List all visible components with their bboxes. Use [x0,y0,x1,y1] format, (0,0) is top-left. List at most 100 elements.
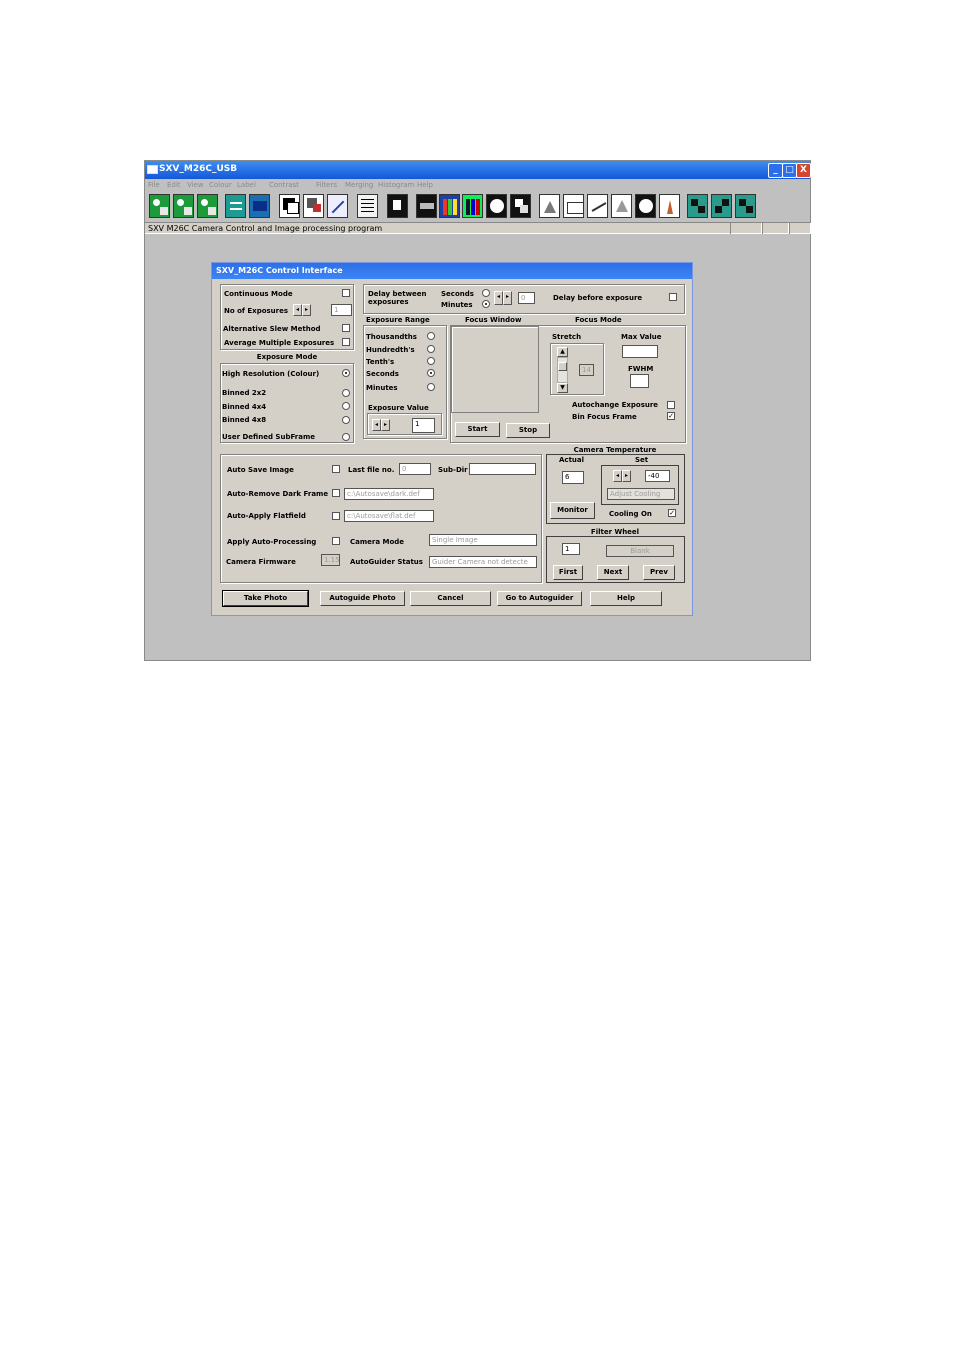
range-radio-thousandths[interactable] [427,332,435,340]
sub-dir-field[interactable] [469,463,536,475]
menu-file[interactable]: File [148,181,160,189]
max-value-field[interactable] [622,345,658,358]
menu-label[interactable]: Label [237,181,256,189]
dark-path-field[interactable]: c:\Autosave\dark.def [344,488,434,500]
exposures-decrement-button[interactable]: ◂ [293,304,302,316]
range-radio-seconds[interactable] [427,369,435,377]
stretch-scroll-thumb[interactable] [558,362,567,371]
autochange-exposure-checkbox[interactable] [667,401,675,409]
exposure-mode-radio-user-subframe[interactable] [342,433,350,441]
noise-icon[interactable] [416,194,437,218]
exposure-value-field[interactable]: 1 [412,418,435,433]
fwhm-field[interactable] [630,374,649,388]
take-photo-button[interactable]: Take Photo [222,590,309,607]
average-multiple-checkbox[interactable] [342,338,350,346]
menu-colour[interactable]: Colour [209,181,232,189]
color-bars-icon[interactable] [439,194,460,218]
histogram-icon[interactable] [539,194,560,218]
minimize-button[interactable]: _ [768,163,783,178]
go-to-autoguider-button[interactable]: Go to Autoguider [497,591,582,606]
dialog-title-bar[interactable]: SXV_M26C Control Interface [212,263,692,279]
exposure-mode-radio-binned-4x8[interactable] [342,416,350,424]
delay-minutes-radio[interactable] [482,300,490,308]
delay-increment-button[interactable]: ▸ [503,291,512,305]
auto-save-checkbox[interactable] [332,465,340,473]
menu-contrast[interactable]: Contrast [269,181,299,189]
set-temperature-field[interactable]: -40 [645,470,670,482]
resize-icon[interactable] [327,194,348,218]
stretch-value-field[interactable]: 14 [579,364,594,376]
stretch-up-button[interactable]: ▲ [557,347,568,357]
filter-first-button[interactable]: First [553,565,583,580]
tile-view-icon[interactable] [711,194,732,218]
filter-prev-button[interactable]: Prev [643,565,675,580]
camera-sequence-icon[interactable] [173,194,194,218]
app-icon[interactable] [147,165,158,174]
exposure-mode-radio-binned-4x4[interactable] [342,402,350,410]
delay-before-checkbox[interactable] [669,293,677,301]
monitor-button[interactable]: Monitor [550,502,595,519]
set-temp-decrement-button[interactable]: ◂ [613,470,622,482]
star-field-icon[interactable] [387,194,408,218]
start-button[interactable]: Start [455,422,500,437]
range-radio-tenths[interactable] [427,357,435,365]
exposure-mode-radio-binned-2x2[interactable] [342,389,350,397]
mosaic-icon[interactable] [735,194,756,218]
set-temp-increment-button[interactable]: ▸ [622,470,631,482]
crop-icon[interactable] [279,194,300,218]
delay-value-field[interactable]: 0 [518,292,535,304]
auto-remove-dark-checkbox[interactable] [332,489,340,497]
exposure-mode-title: Exposure Mode [256,353,318,361]
menu-edit[interactable]: Edit [167,181,181,189]
stretch-down-button[interactable]: ▼ [557,383,568,393]
auto-apply-flat-checkbox[interactable] [332,512,340,520]
menu-filters[interactable]: Filters [316,181,337,189]
filter-next-button[interactable]: Next [597,565,629,580]
apply-auto-processing-checkbox[interactable] [332,537,340,545]
merge-icon[interactable] [510,194,531,218]
last-file-no-field[interactable]: 0 [399,463,431,475]
alternative-slew-checkbox[interactable] [342,324,350,332]
globe-icon[interactable] [635,194,656,218]
histogram-stretch-icon[interactable] [563,194,584,218]
maximize-button[interactable]: □ [782,163,797,178]
continuous-mode-checkbox[interactable] [342,289,350,297]
exposures-increment-button[interactable]: ▸ [302,304,311,316]
close-button[interactable]: X [796,163,811,178]
histogram-shift-icon[interactable] [611,194,632,218]
document-icon[interactable] [357,194,378,218]
delay-seconds-radio[interactable] [482,289,490,297]
stop-button[interactable]: Stop [506,423,550,438]
sphere-icon[interactable] [486,194,507,218]
bin-focus-frame-checkbox[interactable]: ✓ [667,412,675,420]
menu-histogram[interactable]: Histogram [378,181,414,189]
camera-focus-icon[interactable] [197,194,218,218]
no-of-exposures-field[interactable]: 1 [331,304,352,316]
cooling-on-checkbox[interactable]: ✓ [668,509,676,517]
exposure-value-increment-button[interactable]: ▸ [381,419,390,431]
cancel-button[interactable]: Cancel [410,591,491,606]
title-bar[interactable]: SXV_M26C_USB _ □ X [145,161,811,179]
link-icon[interactable] [225,194,246,218]
telescope-icon[interactable] [249,194,270,218]
exposure-mode-radio-high-resolution[interactable] [342,369,350,377]
focus-window[interactable] [451,326,539,413]
rgb-bars-icon[interactable] [462,194,483,218]
menu-view[interactable]: View [187,181,204,189]
delay-decrement-button[interactable]: ◂ [494,291,503,305]
camera-capture-icon[interactable] [149,194,170,218]
histogram-curve-icon[interactable] [587,194,608,218]
adjust-cooling-button[interactable]: Adjust Cooling [607,488,675,500]
help-button[interactable]: Help [590,591,662,606]
histogram-peak-icon[interactable] [659,194,680,218]
menu-merging[interactable]: Merging [345,181,373,189]
rotate-icon[interactable] [303,194,324,218]
flat-path-field[interactable]: c:\Autosave\flat.def [344,510,434,522]
range-radio-minutes[interactable] [427,383,435,391]
camera-mode-field[interactable]: Single Image [429,534,537,546]
grid-view-icon[interactable] [687,194,708,218]
menu-help[interactable]: Help [417,181,433,189]
autoguide-photo-button[interactable]: Autoguide Photo [320,591,405,606]
exposure-value-decrement-button[interactable]: ◂ [372,419,381,431]
range-radio-hundredths[interactable] [427,345,435,353]
